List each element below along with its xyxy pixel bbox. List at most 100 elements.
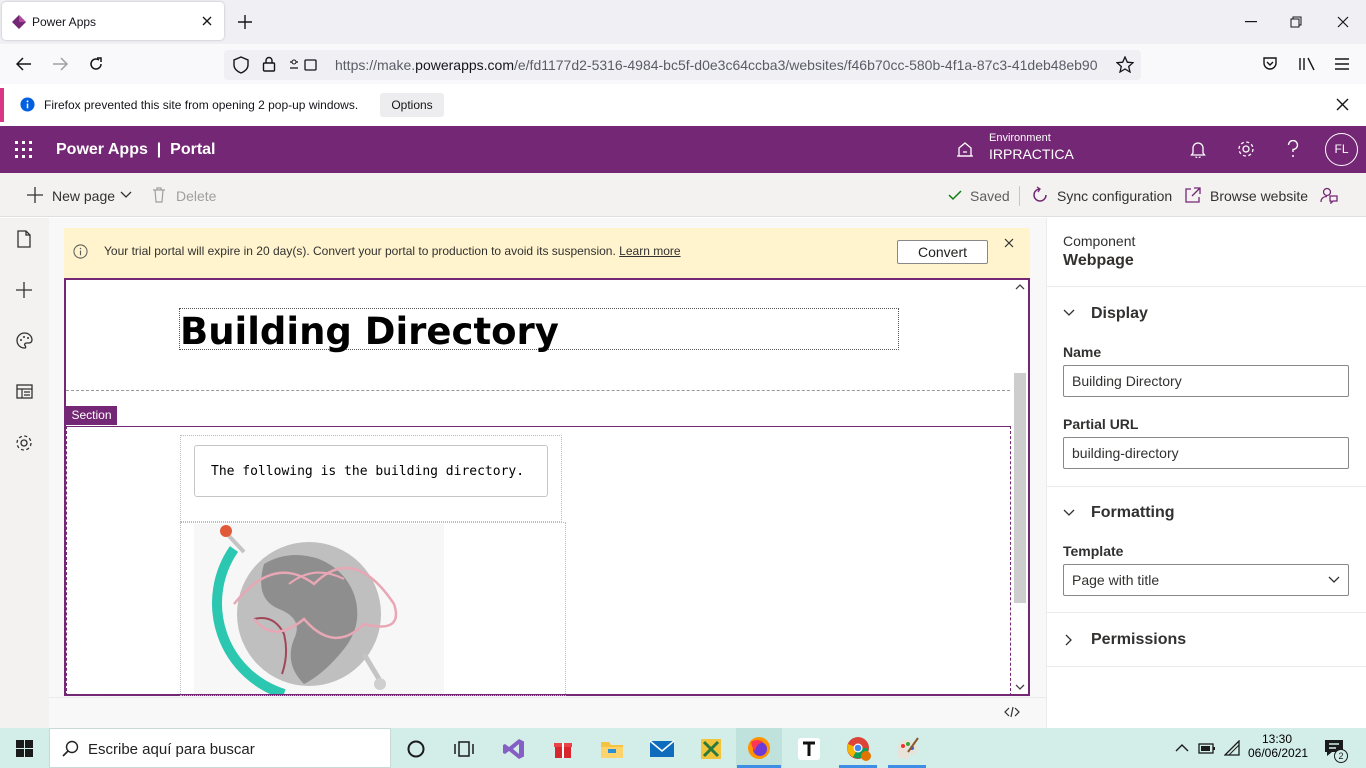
taskbar-clock[interactable]: 13:30 06/06/2021 — [1248, 732, 1308, 760]
battery-power-icon[interactable] — [1198, 741, 1216, 755]
checkmark-icon — [948, 190, 962, 201]
url-text[interactable]: https://make.powerapps.com/e/fd1177d2-53… — [335, 57, 1107, 73]
new-tab-icon[interactable] — [238, 15, 252, 29]
new-page-button[interactable]: New page — [52, 188, 115, 204]
component-label: Component — [1063, 233, 1136, 249]
minimize-window-icon[interactable] — [1245, 21, 1257, 23]
info-circle-icon — [73, 244, 88, 259]
app-launcher-icon[interactable] — [15, 141, 32, 158]
site-settings-gear-icon[interactable] — [15, 434, 33, 452]
restore-window-icon[interactable] — [1290, 16, 1302, 28]
templates-icon[interactable] — [16, 384, 33, 399]
formatting-section-heading[interactable]: Formatting — [1091, 504, 1175, 522]
properties-panel — [1046, 218, 1366, 728]
environment-icon[interactable] — [956, 140, 974, 158]
dismiss-banner-icon[interactable] — [1004, 238, 1014, 248]
environment-label: Environment — [989, 132, 1051, 144]
add-component-icon[interactable] — [16, 282, 32, 298]
paint-icon[interactable] — [894, 736, 920, 760]
partial-url-label: Partial URL — [1063, 416, 1139, 432]
themes-palette-icon[interactable] — [16, 332, 33, 349]
forward-icon[interactable] — [52, 57, 68, 71]
code-view-icon[interactable] — [1004, 706, 1020, 718]
library-icon[interactable] — [1298, 56, 1316, 72]
notification-message: Firefox prevented this site from opening… — [44, 98, 359, 112]
back-icon[interactable] — [16, 57, 32, 71]
sync-icon[interactable] — [1031, 186, 1049, 204]
chevron-down-icon[interactable] — [1063, 509, 1075, 517]
body-text: The following is the building directory. — [211, 464, 525, 479]
task-view-icon[interactable] — [453, 738, 475, 760]
close-notification-icon[interactable] — [1336, 98, 1349, 111]
chevron-down-icon[interactable] — [1063, 309, 1075, 317]
template-select[interactable]: Page with title — [1063, 564, 1349, 596]
browser-tab[interactable]: Power Apps — [2, 2, 224, 40]
add-icon[interactable] — [27, 187, 43, 203]
template-label: Template — [1063, 543, 1124, 559]
chevron-down-icon[interactable] — [1328, 576, 1340, 584]
visual-studio-icon[interactable] — [502, 737, 526, 761]
gift-app-icon[interactable] — [552, 738, 574, 760]
reload-icon[interactable] — [88, 56, 104, 72]
page-title[interactable]: Building Directory — [180, 310, 559, 353]
section-label[interactable]: Section — [66, 406, 117, 425]
browse-website-button[interactable]: Browse website — [1210, 188, 1308, 204]
mail-icon[interactable] — [649, 738, 675, 760]
delete-icon[interactable] — [152, 187, 166, 203]
component-type: Webpage — [1063, 252, 1134, 269]
typora-icon[interactable] — [797, 737, 821, 761]
section-divider — [66, 390, 1010, 391]
tracking-shield-icon[interactable] — [233, 56, 249, 74]
menu-icon[interactable] — [1334, 57, 1350, 71]
permissions-icon[interactable] — [289, 57, 317, 73]
snip-tool-icon[interactable] — [699, 737, 723, 761]
display-section-heading[interactable]: Display — [1091, 305, 1148, 323]
system-tray-chevron-up-icon[interactable] — [1175, 743, 1189, 752]
chevron-right-icon[interactable] — [1065, 634, 1073, 646]
clock-time: 13:30 — [1261, 732, 1293, 746]
close-window-icon[interactable] — [1337, 16, 1349, 28]
taskbar-search[interactable]: Escribe aquí para buscar — [49, 728, 391, 768]
panel-divider — [1047, 486, 1366, 487]
open-external-icon[interactable] — [1185, 187, 1201, 203]
delete-button[interactable]: Delete — [176, 188, 216, 204]
app-title: Power Apps | Portal — [56, 141, 216, 158]
firefox-icon[interactable] — [747, 736, 771, 760]
chevron-down-icon[interactable] — [120, 191, 132, 199]
windows-start-icon[interactable] — [16, 740, 33, 757]
scrollbar-thumb[interactable] — [1014, 373, 1026, 603]
pocket-icon[interactable] — [1262, 56, 1278, 72]
text-component[interactable]: The following is the building directory. — [194, 445, 548, 497]
partial-url-field[interactable]: building-directory — [1063, 437, 1349, 469]
browser-tab-title: Power Apps — [32, 15, 97, 29]
chrome-icon[interactable] — [846, 736, 872, 762]
settings-gear-icon[interactable] — [1237, 140, 1255, 158]
environment-name[interactable]: IRPRACTICA — [989, 146, 1074, 162]
wifi-icon[interactable] — [1224, 740, 1240, 756]
close-tab-icon[interactable] — [202, 16, 212, 26]
convert-button[interactable]: Convert — [897, 240, 988, 264]
user-avatar[interactable]: FL — [1325, 133, 1358, 166]
help-icon[interactable] — [1287, 140, 1299, 158]
lock-icon[interactable] — [262, 56, 276, 72]
cortana-icon[interactable] — [405, 738, 427, 760]
learn-more-link[interactable]: Learn more — [619, 244, 680, 258]
name-field[interactable]: Building Directory — [1063, 365, 1349, 397]
globe-image[interactable] — [194, 524, 444, 694]
search-icon — [62, 740, 79, 757]
saved-status: Saved — [970, 188, 1010, 204]
notification-count-badge: 2 — [1334, 749, 1348, 763]
panel-divider — [1047, 286, 1366, 287]
sync-configuration-button[interactable]: Sync configuration — [1057, 188, 1172, 204]
info-icon — [20, 97, 35, 112]
bookmark-star-icon[interactable] — [1116, 56, 1134, 73]
permissions-section-heading[interactable]: Permissions — [1091, 631, 1186, 649]
taskbar-search-placeholder: Escribe aquí para buscar — [88, 741, 255, 758]
file-explorer-icon[interactable] — [600, 738, 624, 760]
pages-icon[interactable] — [17, 230, 31, 248]
feedback-icon[interactable] — [1320, 186, 1338, 204]
notification-options-button[interactable]: Options — [380, 93, 444, 117]
scroll-up-icon[interactable] — [1015, 283, 1025, 290]
notifications-bell-icon[interactable] — [1190, 141, 1206, 158]
scroll-down-icon[interactable] — [1015, 684, 1025, 691]
